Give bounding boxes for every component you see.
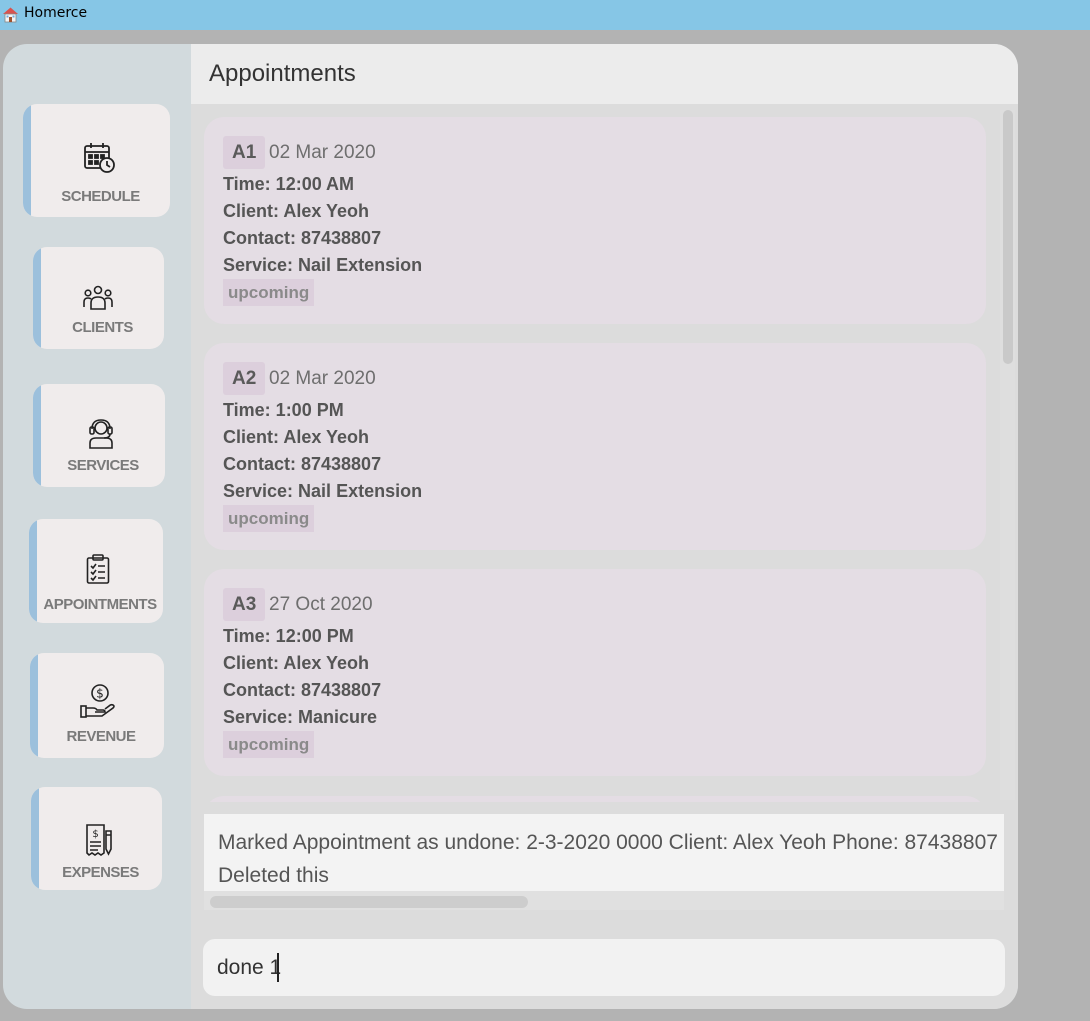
appointment-client: Client: Alex Yeoh bbox=[223, 201, 370, 221]
status-badge: upcoming bbox=[223, 731, 315, 758]
sidebar-item-clients[interactable]: CLIENTS bbox=[33, 247, 164, 349]
calendar-clock-icon bbox=[84, 143, 115, 173]
sidebar-item-label: SERVICES bbox=[67, 457, 139, 474]
appointment-card-partial[interactable] bbox=[204, 796, 986, 802]
sidebar-item-services[interactable]: SERVICES bbox=[33, 384, 165, 487]
list-scrollbar[interactable] bbox=[1000, 110, 1015, 800]
appointment-service: Service: Nail Extension bbox=[223, 255, 423, 275]
result-display: Marked Appointment as undone: 2-3-2020 0… bbox=[204, 814, 1004, 910]
svg-text:$: $ bbox=[92, 829, 98, 840]
sidebar-item-accent bbox=[33, 247, 41, 349]
appointment-card[interactable]: A1 02 Mar 2020 Time: 12:00 AM Client: Al… bbox=[204, 117, 986, 324]
sidebar-item-label: SCHEDULE bbox=[61, 188, 140, 205]
page-title: Appointments bbox=[209, 60, 356, 87]
appointment-service: Service: Manicure bbox=[223, 707, 378, 727]
main-panel: Appointments A1 02 Mar 2020 Time: 12:00 … bbox=[191, 44, 1018, 1009]
sidebar-item-schedule[interactable]: SCHEDULE bbox=[23, 104, 170, 217]
appointment-id: A1 bbox=[223, 136, 266, 169]
appointment-id: A2 bbox=[223, 362, 266, 395]
sidebar-item-expenses[interactable]: $ EXPENSES bbox=[31, 787, 162, 890]
result-line: Marked Appointment as undone: 2-3-2020 0… bbox=[218, 831, 1004, 854]
appointment-id: A3 bbox=[223, 588, 266, 621]
clipboard-checklist-icon bbox=[86, 554, 110, 584]
panel-header: Appointments bbox=[191, 44, 1018, 104]
sidebar-item-label: REVENUE bbox=[66, 728, 136, 745]
appointment-date: 02 Mar 2020 bbox=[269, 368, 376, 389]
people-group-icon bbox=[83, 285, 113, 310]
appointment-card[interactable]: A3 27 Oct 2020 Time: 12:00 PM Client: Al… bbox=[204, 569, 986, 776]
sidebar-item-label: CLIENTS bbox=[72, 319, 133, 336]
sidebar-item-accent bbox=[23, 104, 31, 217]
sidebar-item-accent bbox=[31, 787, 39, 890]
appointment-time: Time: 12:00 AM bbox=[223, 174, 355, 194]
appointment-service: Service: Nail Extension bbox=[223, 481, 423, 501]
appointment-date: 27 Oct 2020 bbox=[269, 594, 373, 615]
appointment-contact: Contact: 87438807 bbox=[223, 228, 382, 248]
result-scrollbar[interactable] bbox=[210, 896, 528, 908]
app-window: SCHEDULE CLIENTS SERVICES APPOINTMENTS $… bbox=[3, 44, 1018, 1009]
appointment-date: 02 Mar 2020 bbox=[269, 142, 376, 163]
sidebar-item-label: APPOINTMENTS bbox=[43, 596, 157, 613]
receipt-pen-icon: $ bbox=[86, 824, 112, 857]
title-bar: Homerce bbox=[0, 0, 1090, 30]
headset-user-icon bbox=[89, 419, 113, 449]
sidebar-item-accent bbox=[29, 519, 37, 623]
appointment-contact: Contact: 87438807 bbox=[223, 680, 382, 700]
appointment-list[interactable]: A1 02 Mar 2020 Time: 12:00 AM Client: Al… bbox=[191, 104, 1018, 802]
window-title: Homerce bbox=[24, 5, 88, 21]
appointment-card[interactable]: A2 02 Mar 2020 Time: 1:00 PM Client: Ale… bbox=[204, 343, 986, 550]
hand-coin-icon: $ bbox=[80, 684, 115, 718]
appointment-client: Client: Alex Yeoh bbox=[223, 653, 370, 673]
svg-text:$: $ bbox=[96, 687, 104, 701]
sidebar-item-revenue[interactable]: $ REVENUE bbox=[30, 653, 164, 758]
sidebar-item-accent bbox=[33, 384, 41, 487]
status-badge: upcoming bbox=[223, 279, 315, 306]
appointment-time: Time: 12:00 PM bbox=[223, 626, 354, 646]
status-badge: upcoming bbox=[223, 505, 315, 532]
sidebar-item-label: EXPENSES bbox=[62, 864, 139, 881]
result-line: Deleted this bbox=[218, 864, 329, 887]
text-caret bbox=[277, 953, 279, 982]
appointment-time: Time: 1:00 PM bbox=[223, 400, 344, 420]
result-text: Marked Appointment as undone: 2-3-2020 0… bbox=[204, 814, 1004, 891]
appointment-client: Client: Alex Yeoh bbox=[223, 427, 370, 447]
sidebar-item-accent bbox=[30, 653, 38, 758]
command-input[interactable]: done 1 bbox=[217, 956, 281, 980]
house-app-icon bbox=[3, 7, 18, 23]
appointment-contact: Contact: 87438807 bbox=[223, 454, 382, 474]
command-box[interactable]: done 1 bbox=[203, 939, 1005, 996]
list-scrollbar-thumb[interactable] bbox=[1003, 110, 1013, 364]
sidebar-item-appointments[interactable]: APPOINTMENTS bbox=[29, 519, 163, 623]
